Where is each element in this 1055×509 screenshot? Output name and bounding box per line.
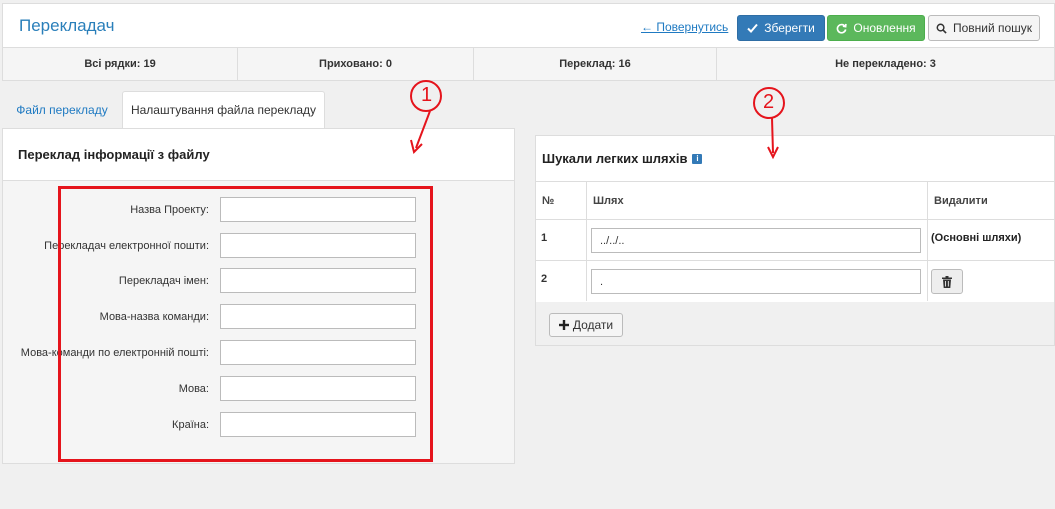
language-team-email-input[interactable]: [220, 340, 416, 365]
stat-untranslated: Не перекладено: 3: [835, 58, 936, 70]
add-path-label: Додати: [572, 318, 614, 332]
trash-icon: [942, 275, 952, 288]
column-header-path: Шлях: [587, 182, 928, 219]
form-row: Назва Проекту:: [3, 197, 514, 223]
search-icon: [936, 23, 947, 34]
project-name-label: Назва Проекту:: [130, 204, 209, 216]
stat-hidden: Приховано: 0: [238, 48, 474, 80]
column-header-delete: Видалити: [934, 195, 988, 207]
language-label: Мова:: [178, 383, 209, 395]
row-number: 1: [536, 220, 587, 260]
annotation-number-1: 1: [421, 84, 433, 106]
translator-name-input[interactable]: [220, 268, 416, 293]
update-button[interactable]: Оновлення: [827, 15, 925, 41]
scan-paths-title: Шукали легких шляхів: [542, 151, 688, 166]
scan-paths-footer: Додати: [536, 302, 1054, 345]
refresh-icon: [837, 23, 848, 34]
language-team-label: Мова-назва команди:: [99, 311, 209, 323]
path-input[interactable]: [591, 269, 921, 294]
path-cell: [587, 220, 928, 260]
project-name-input[interactable]: [220, 197, 416, 222]
form-row: Мова-назва команди:: [3, 304, 514, 330]
path-cell: [587, 261, 928, 301]
file-info-form: Назва Проекту: Перекладач електронної по…: [3, 181, 514, 463]
stat-all-rows: Всі рядки: 19: [3, 48, 238, 80]
stat-translated: Переклад: 16: [474, 48, 717, 80]
plus-icon: [558, 320, 569, 330]
form-row: Мова-команди по електронній пошті:: [3, 340, 514, 366]
translator-email-input[interactable]: [220, 233, 416, 258]
translator-name-label: Перекладач імен:: [118, 275, 209, 287]
delete-path-button[interactable]: [931, 269, 963, 294]
table-header-row: № Шлях Видалити: [536, 182, 1054, 220]
row-number: 2: [536, 261, 587, 301]
page-title: Перекладач: [19, 16, 115, 35]
country-input[interactable]: [220, 412, 416, 437]
main-paths-note: (Основні шляхи): [931, 232, 1022, 244]
scan-paths-header: Шукали легких шляхів i: [536, 136, 1054, 182]
country-label: Країна:: [172, 419, 209, 431]
add-path-button[interactable]: Додати: [549, 313, 623, 337]
translator-email-label: Перекладач електронної пошти:: [44, 240, 209, 252]
path-input[interactable]: [591, 228, 921, 253]
form-row: Мова:: [3, 376, 514, 402]
language-team-email-label: Мова-команди по електронній пошті:: [20, 347, 209, 359]
file-info-title: Переклад інформації з файлу: [3, 129, 514, 181]
full-search-button-label: Повний пошук: [952, 21, 1033, 35]
table-row: 2: [536, 261, 1054, 301]
stats-bar: Всі рядки: 19 Приховано: 0 Переклад: 16 …: [2, 47, 1055, 81]
file-info-panel: Переклад інформації з файлу Назва Проект…: [2, 128, 515, 464]
full-search-button[interactable]: Повний пошук: [928, 15, 1040, 41]
scan-paths-panel: Шукали легких шляхів i № Шлях Видалити 1…: [535, 135, 1055, 346]
save-button-label: Зберегти: [764, 21, 815, 35]
page-header: Перекладач ← Повернутись Зберегти Оновле…: [2, 3, 1055, 48]
column-header-num: №: [536, 182, 587, 219]
info-icon[interactable]: i: [692, 153, 703, 164]
language-team-input[interactable]: [220, 304, 416, 329]
delete-cell: [928, 261, 1054, 301]
update-button-label: Оновлення: [853, 21, 916, 35]
tab-file-settings[interactable]: Налаштування файла перекладу: [122, 91, 325, 128]
tab-translation-file[interactable]: Файл перекладу: [6, 91, 118, 128]
form-row: Країна:: [3, 412, 514, 438]
table-row: 1 (Основні шляхи): [536, 220, 1054, 261]
form-row: Перекладач електронної пошти:: [3, 233, 514, 259]
form-row: Перекладач імен:: [3, 268, 514, 294]
back-link[interactable]: ← Повернутись: [641, 20, 728, 34]
annotation-number-2: 2: [763, 91, 775, 113]
save-button[interactable]: Зберегти: [737, 15, 825, 41]
language-input[interactable]: [220, 376, 416, 401]
check-icon: [747, 23, 758, 33]
